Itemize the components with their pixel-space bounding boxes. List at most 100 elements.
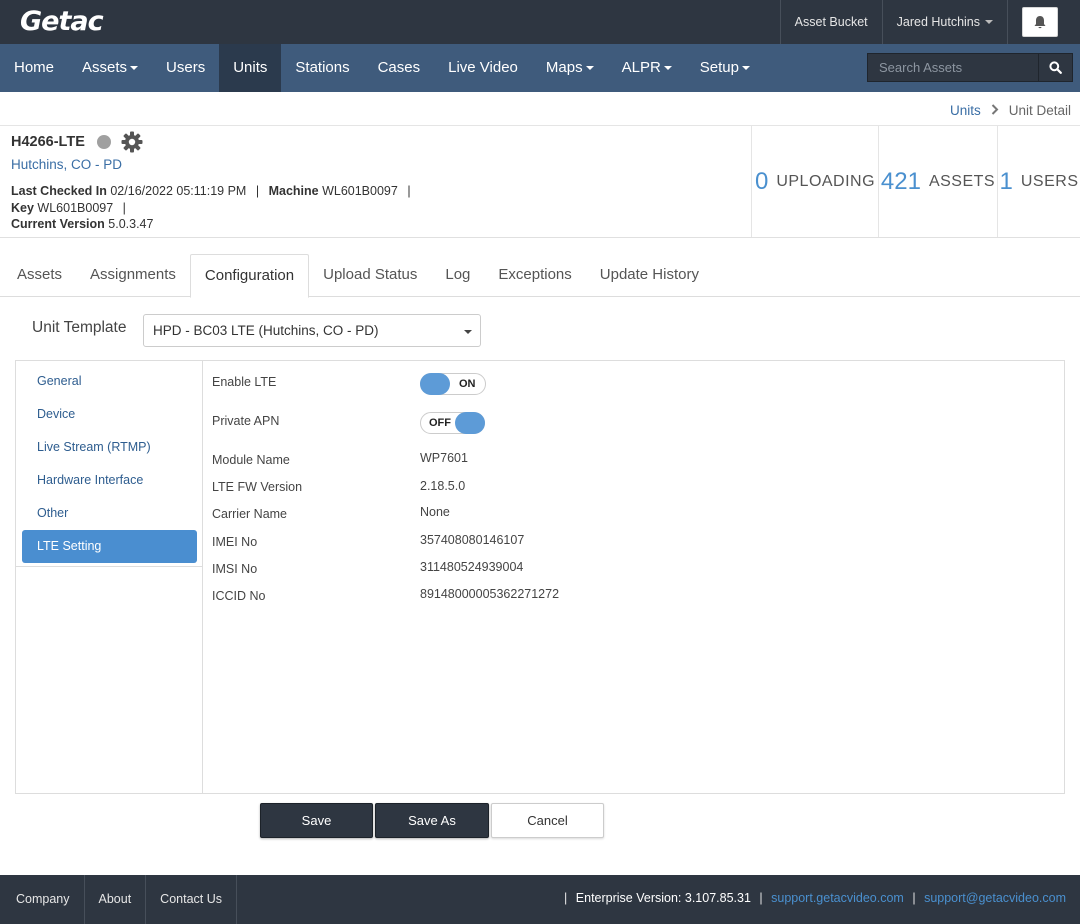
nav-item-label: Home [14,59,55,76]
chevron-right-icon [991,103,999,118]
machine-value: WL601B0097 [322,184,398,198]
save-button[interactable]: Save [260,803,373,838]
private-apn-toggle[interactable]: OFF [420,412,485,434]
nav-item-setup[interactable]: Setup [686,44,764,92]
getac-logo[interactable]: Getac [20,6,104,37]
breadcrumb-current: Unit Detail [1008,103,1071,118]
imsi-no-label: IMSI No [212,562,258,576]
nav-item-alpr[interactable]: ALPR [608,44,686,92]
stat-count: 0 [754,168,769,195]
tab-configuration[interactable]: Configuration [189,254,310,298]
caret-down-icon [663,66,672,70]
nav-item-users[interactable]: Users [152,44,219,92]
footer: Company About Contact Us | Enterprise Vers… [0,875,1080,924]
nav-item-units[interactable]: Units [219,44,282,92]
imei-no-value: 357408080146107 [420,533,525,547]
nav-item-label: Stations [295,59,350,76]
unit-tabs: Assets Assignments Configuration Upload Sta… [0,254,1080,298]
key-label: Key [11,200,34,215]
config-panel: General Device Live Stream (RTMP) Hardware … [15,360,1065,794]
search-input[interactable] [868,54,1038,81]
tab-update-history[interactable]: Update History [586,254,713,297]
nav-item-label: Setup [699,59,739,76]
private-apn-label: Private APN [212,414,280,428]
nav-item-label: Live Video [448,59,518,76]
footer-link-about[interactable]: About [85,875,147,924]
enterprise-version: Enterprise Version: 3.107.85.31 [575,891,751,905]
top-bar: Getac Asset Bucket Jared Hutchins [0,0,1080,44]
stat-users[interactable]: 1 USERS [997,126,1080,238]
support-email-link[interactable]: support@getacvideo.com [924,891,1066,905]
caret-down-icon [585,66,594,70]
nav-item-assets[interactable]: Assets [68,44,152,92]
tab-log[interactable]: Log [431,254,484,297]
lte-fw-version-value: 2.18.5.0 [420,479,466,493]
footer-version: | Enterprise Version: 3.107.85.31 | supp… [564,891,1066,905]
notifications-button[interactable] [1022,7,1058,37]
stat-label: ASSETS [928,173,996,190]
config-sidebar: General Device Live Stream (RTMP) Hardware … [16,361,203,793]
stat-count: 421 [880,168,921,195]
enable-lte-toggle[interactable]: ON [420,373,486,395]
status-indicator [96,135,111,149]
machine-label: Machine [268,184,319,198]
config-menu-live-stream-rtmp[interactable]: Live Stream (RTMP) [16,431,202,464]
search-box [867,53,1073,82]
tab-assets[interactable]: Assets [3,254,76,297]
support-site-link[interactable]: support.getacvideo.com [771,891,904,905]
asset-bucket-label: Asset Bucket [794,15,868,29]
config-menu-general[interactable]: General [16,365,202,398]
divider [16,566,202,567]
divider [0,237,1080,238]
nav-item-maps[interactable]: Maps [532,44,608,92]
search-button[interactable] [1038,54,1072,81]
breadcrumb: Units Unit Detail [950,103,1071,118]
config-menu-hardware-interface[interactable]: Hardware Interface [16,464,202,497]
footer-link-company[interactable]: Company [0,875,85,924]
cancel-button[interactable]: Cancel [491,803,604,838]
caret-down-icon [130,66,139,70]
user-name: Jared Hutchins [896,15,980,29]
stat-uploading[interactable]: 0 UPLOADING [751,126,878,238]
nav-item-label: Users [166,59,206,76]
footer-links: Company About Contact Us [0,875,238,924]
toggle-knob [455,412,485,434]
version-value: 5.0.3.47 [108,217,154,231]
nav-item-cases[interactable]: Cases [364,44,435,92]
config-menu: General Device Live Stream (RTMP) Hardware … [16,365,202,563]
module-name-label: Module Name [212,453,290,467]
tab-assignments[interactable]: Assignments [76,254,190,297]
search-icon [1049,61,1062,74]
tab-upload-status[interactable]: Upload Status [309,254,431,297]
breadcrumb-units-link[interactable]: Units [950,103,981,118]
save-as-button[interactable]: Save As [375,803,489,838]
stat-count: 1 [999,168,1013,195]
iccid-no-label: ICCID No [212,589,266,603]
stat-label: USERS [1020,173,1079,190]
caret-down-icon [464,330,472,334]
stat-assets[interactable]: 421 ASSETS [878,126,997,238]
nav-item-label: Cases [377,59,421,76]
enable-lte-label: Enable LTE [212,375,277,389]
unit-stats: 0 UPLOADING 421 ASSETS 1 USERS [751,126,1080,238]
last-checked-label: Last Checked In [11,184,107,198]
tab-exceptions[interactable]: Exceptions [484,254,585,297]
nav-item-label: Assets [82,59,128,76]
nav-item-stations[interactable]: Stations [281,44,363,92]
stat-label: UPLOADING [776,173,876,190]
bell-icon [1034,15,1046,28]
nav-item-home[interactable]: Home [0,44,68,92]
top-right-menu: Asset Bucket Jared Hutchins [779,0,1080,44]
unit-template-select[interactable]: HPD - BC03 LTE (Hutchins, CO - PD) [143,314,481,347]
asset-bucket-link[interactable]: Asset Bucket [779,0,882,44]
key-value: WL601B0097 [37,200,114,215]
nav-item-live-video[interactable]: Live Video [434,44,532,92]
nav-item-label: Units [233,59,268,76]
user-menu[interactable]: Jared Hutchins [881,0,1007,44]
footer-link-contact-us[interactable]: Contact Us [146,875,238,924]
config-menu-device[interactable]: Device [16,398,202,431]
unit-settings-button[interactable] [121,131,143,153]
unit-agency-link[interactable]: Hutchins, CO - PD [11,157,122,172]
config-menu-lte-setting[interactable]: LTE Setting [22,530,197,563]
config-menu-other[interactable]: Other [16,497,202,530]
